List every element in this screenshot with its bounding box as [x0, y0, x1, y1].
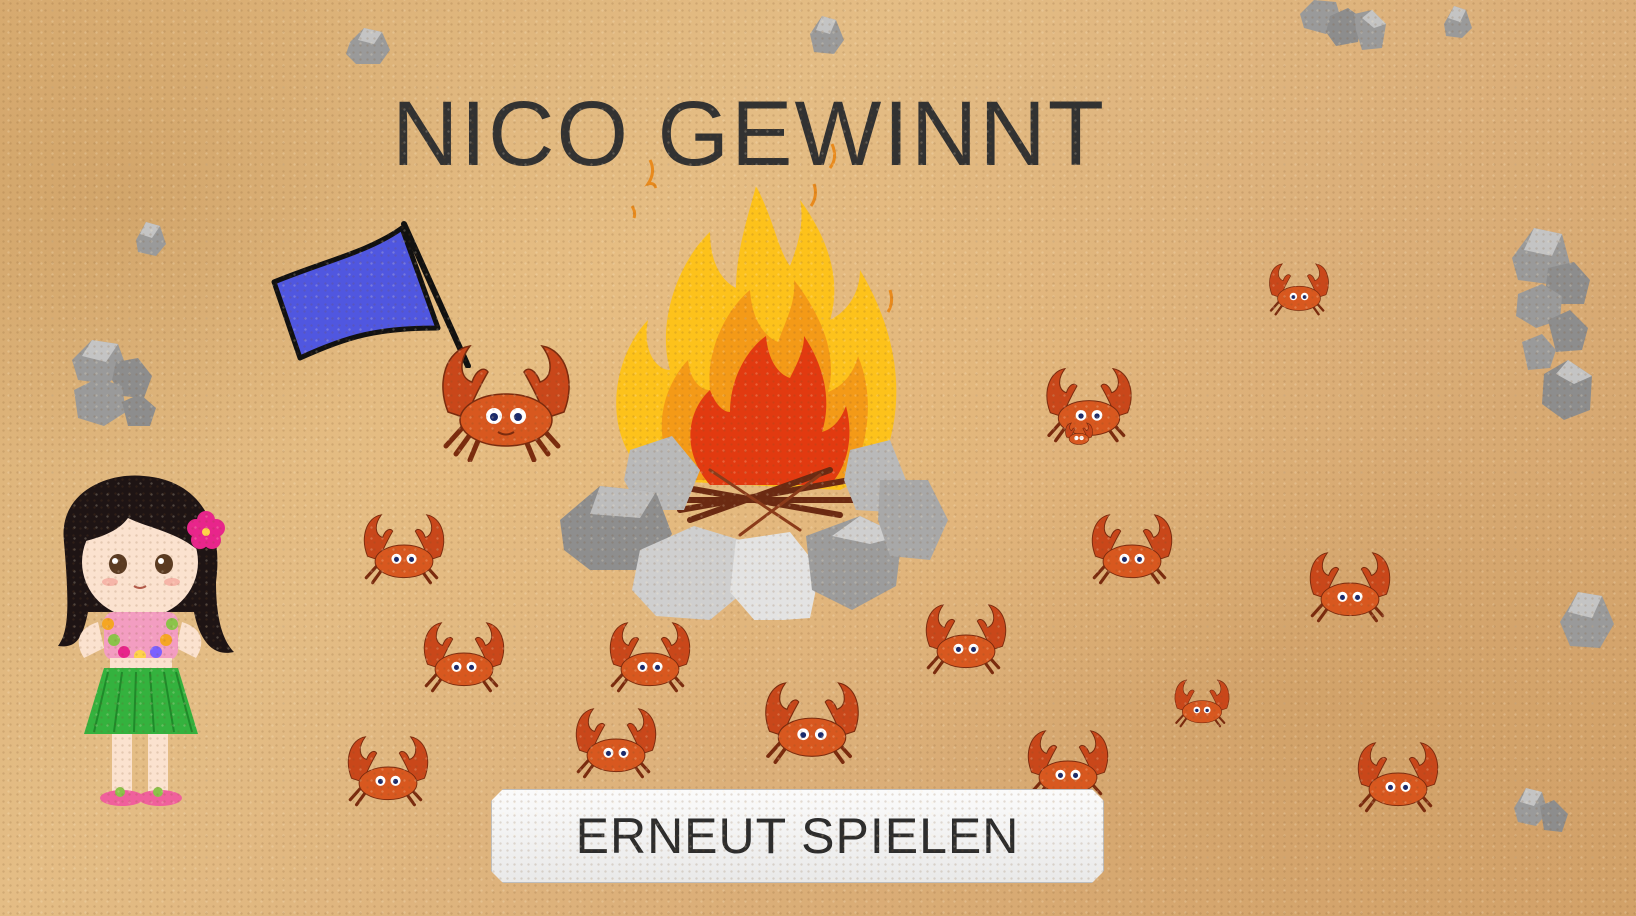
rock-icon: [1444, 6, 1472, 38]
crab-icon: [765, 682, 859, 764]
rock-icon: [1560, 592, 1614, 648]
crab-icon: [363, 514, 445, 585]
crab-icon: [1357, 742, 1439, 813]
crab-icon: [423, 622, 505, 693]
rock-icon: [72, 340, 156, 426]
crab-icon: [609, 622, 691, 693]
rock-icon: [136, 222, 166, 256]
play-again-button[interactable]: ERNEUT SPIELEN: [491, 789, 1104, 883]
crab-icon: [1269, 263, 1329, 316]
crab-icon: [1309, 552, 1391, 623]
rock-icon: [1300, 0, 1386, 50]
hula-girl-icon: [58, 475, 234, 806]
game-scene: NICO GEWINNT ERNEUT SPIELEN: [0, 0, 1636, 916]
rock-icon: [1514, 788, 1568, 832]
crab-icon: [1091, 514, 1173, 585]
crab-icon: [442, 344, 570, 462]
crab-icon: [575, 708, 657, 779]
crab-icon: [347, 736, 429, 807]
crab-icon: [1065, 422, 1093, 445]
crab-icon: [1174, 679, 1230, 728]
campfire-icon: [560, 143, 948, 620]
rock-icon: [810, 16, 844, 54]
rock-icon: [1512, 228, 1592, 420]
rock-icon: [346, 28, 390, 64]
crab-icon: [925, 604, 1007, 675]
play-again-label: ERNEUT SPIELEN: [575, 808, 1020, 864]
